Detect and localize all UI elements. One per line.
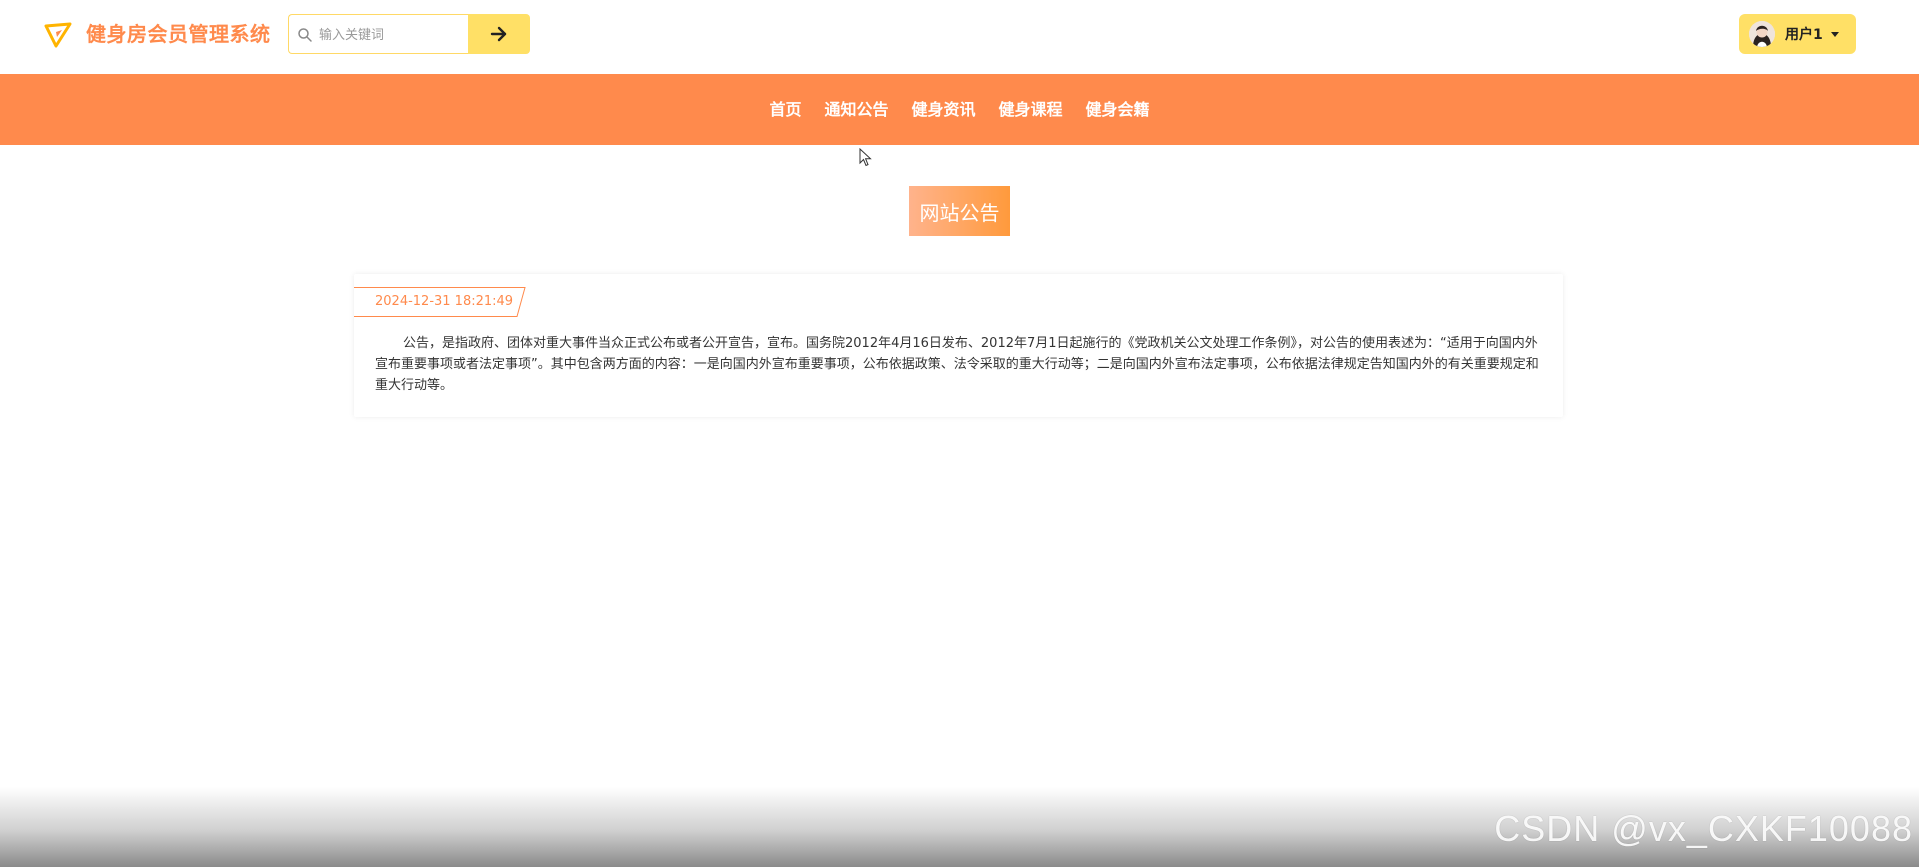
- nav-items: 首页 通知公告 健身资讯 健身课程 健身会籍: [769, 100, 1149, 120]
- user-avatar: [1749, 21, 1775, 47]
- top-header: 健身房会员管理系统 用户1: [0, 0, 1919, 74]
- notice-content: 公告，是指政府、团体对重大事件当众正式公布或者公开宣告，宣布。国务院2012年4…: [375, 336, 1539, 393]
- caret-down-icon: [1830, 31, 1839, 37]
- user-menu-button[interactable]: 用户1: [1739, 14, 1856, 54]
- nav-item-fitness-news[interactable]: 健身资讯: [911, 100, 975, 120]
- arrow-right-icon: [490, 26, 507, 42]
- paper-plane-icon: [44, 22, 72, 48]
- nav-item-notices[interactable]: 通知公告: [824, 100, 888, 120]
- notice-date-tag: 2024-12-31 18:21:49: [354, 287, 526, 317]
- search-field-box: [288, 14, 468, 54]
- nav-item-fitness-courses[interactable]: 健身课程: [999, 100, 1063, 120]
- search-input[interactable]: [317, 21, 467, 49]
- notice-card: 2024-12-31 18:21:49 公告，是指政府、团体对重大事件当众正式公…: [354, 274, 1563, 417]
- site-title[interactable]: 健身房会员管理系统: [86, 20, 271, 48]
- section-title: 网站公告: [909, 186, 1010, 236]
- main-nav: 首页 通知公告 健身资讯 健身课程 健身会籍: [0, 74, 1919, 145]
- notice-date: 2024-12-31 18:21:49: [375, 294, 514, 309]
- watermark: CSDN @vx_CXKF10088: [1494, 808, 1913, 849]
- mouse-cursor-icon: [859, 148, 872, 167]
- nav-item-home[interactable]: 首页: [769, 100, 801, 120]
- nav-item-membership[interactable]: 健身会籍: [1086, 100, 1150, 120]
- search-submit-button[interactable]: [468, 14, 530, 54]
- search-icon: [298, 28, 312, 42]
- search-bar: [288, 14, 530, 54]
- user-name-label: 用户1: [1785, 27, 1823, 43]
